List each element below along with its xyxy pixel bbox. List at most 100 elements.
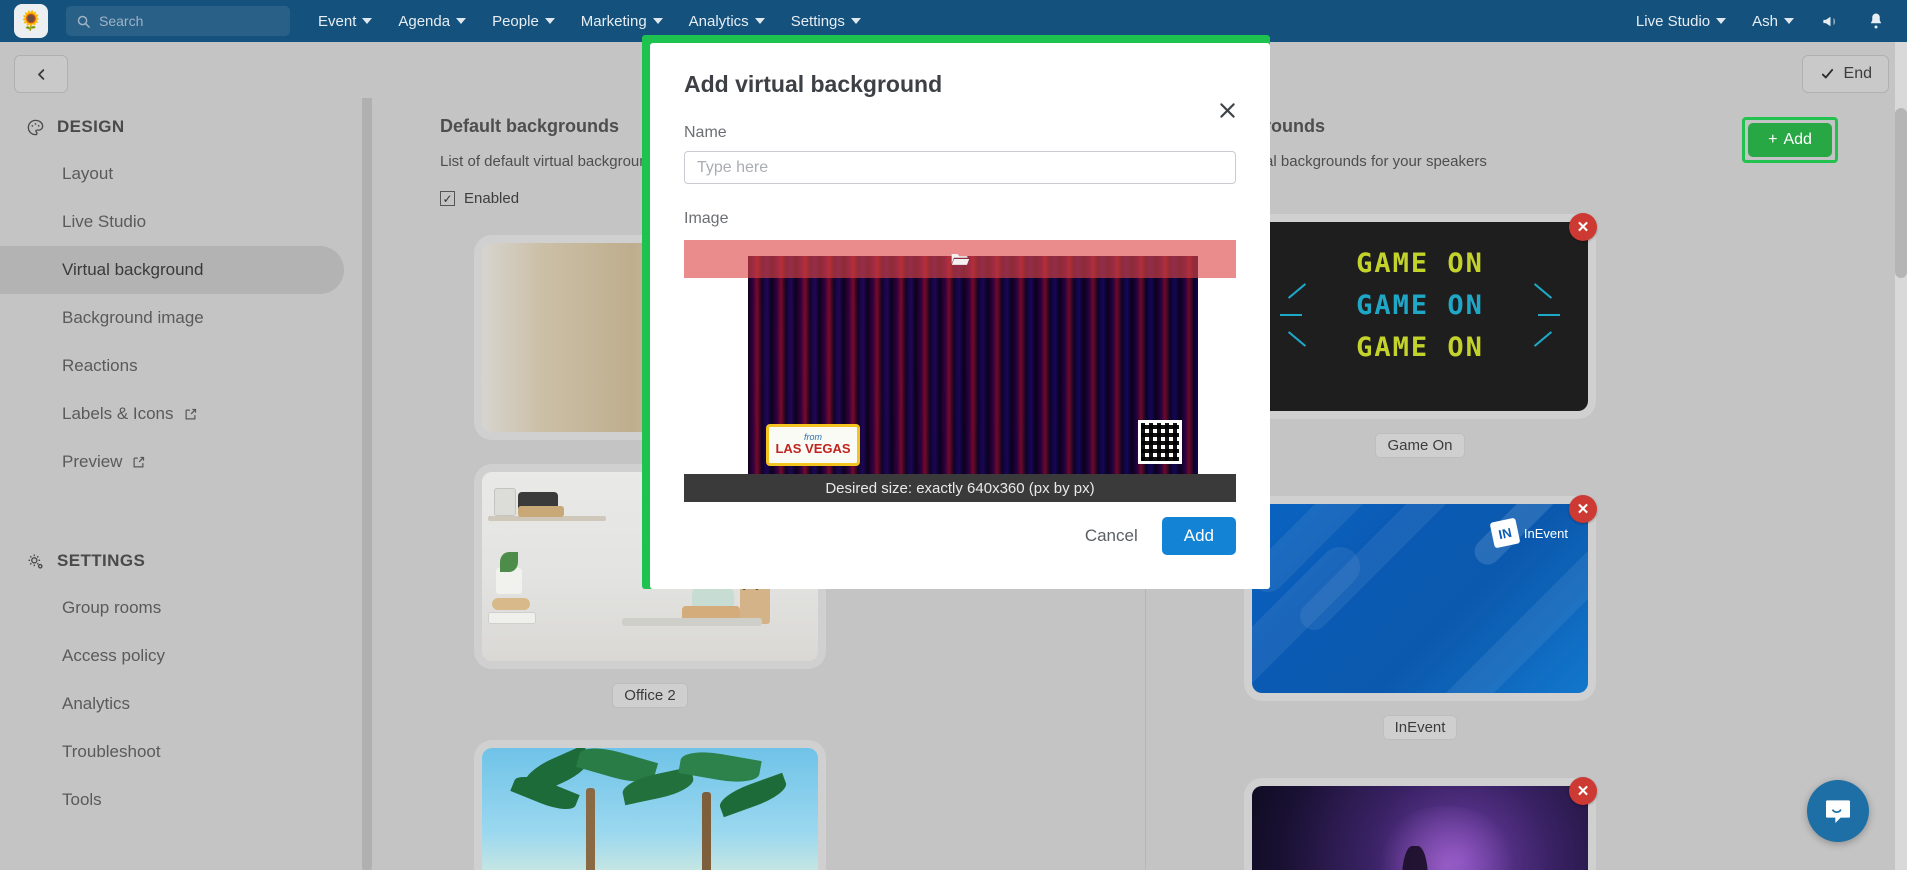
page-scrollbar-thumb[interactable] <box>1895 108 1907 278</box>
chevron-down-icon <box>1716 18 1727 24</box>
nav-live-studio-switcher[interactable]: Live Studio <box>1635 12 1727 30</box>
sidebar-item-background-image-label: Background image <box>62 308 204 327</box>
sidebar-item-live-studio[interactable]: Live Studio <box>0 198 344 246</box>
notifications-button[interactable] <box>1867 11 1885 31</box>
chevron-down-icon <box>754 18 765 24</box>
sidebar-item-tools[interactable]: Tools <box>0 776 344 824</box>
chevron-down-icon <box>850 18 861 24</box>
nav-menu-people-label: People <box>492 12 539 30</box>
sidebar-item-troubleshoot[interactable]: Troubleshoot <box>0 728 344 776</box>
dialog-footer: Cancel Add <box>1081 517 1236 555</box>
nav-menu-agenda-label: Agenda <box>398 12 451 30</box>
top-nav-right-group: Live Studio Ash <box>1636 11 1907 31</box>
main-menu: Event Agenda People Marketing Analytics … <box>318 13 861 30</box>
nav-menu-analytics[interactable]: Analytics <box>689 13 765 30</box>
nav-user-label: Ash <box>1752 12 1778 30</box>
sidebar-section-settings-label: SETTINGS <box>57 551 146 570</box>
image-upload-field[interactable]: from LAS VEGAS Desired size: exactly 640… <box>684 240 1236 502</box>
cancel-button[interactable]: Cancel <box>1081 520 1142 552</box>
game-on-line-3: GAME ON <box>1356 332 1484 363</box>
sidebar-item-troubleshoot-label: Troubleshoot <box>62 742 161 761</box>
announcements-button[interactable] <box>1820 12 1841 31</box>
external-link-icon <box>131 455 146 470</box>
sidebar-item-virtual-background-label: Virtual background <box>62 260 204 279</box>
name-field-label: Name <box>684 124 727 141</box>
nav-menu-people[interactable]: People <box>492 13 555 30</box>
game-on-artwork: GAME ON GAME ON GAME ON <box>1252 222 1588 411</box>
nav-menu-agenda[interactable]: Agenda <box>398 12 467 30</box>
image-upload-overlay[interactable] <box>684 240 1236 278</box>
default-background-thumbnail[interactable] <box>482 748 818 870</box>
sidebar-item-access-policy[interactable]: Access policy <box>0 632 344 680</box>
sidebar-item-virtual-background[interactable]: Virtual background <box>0 246 344 294</box>
sidebar-item-group-rooms[interactable]: Group rooms <box>0 584 344 632</box>
submit-add-button[interactable]: Add <box>1161 517 1236 555</box>
external-link-icon <box>183 407 198 422</box>
end-session-button[interactable]: End <box>1801 55 1889 93</box>
sidebar-item-analytics[interactable]: Analytics <box>0 680 344 728</box>
page-scrollbar[interactable] <box>1895 42 1907 870</box>
sidebar-item-preview[interactable]: Preview <box>0 438 344 486</box>
default-background-card-palms[interactable] <box>482 748 818 870</box>
sidebar-item-layout[interactable]: Layout <box>0 150 344 198</box>
default-backgrounds-enabled-label: Enabled <box>464 190 520 207</box>
custom-background-card-game-on[interactable]: ✕ GAME ON GAME ON GAME ON Game On <box>1252 213 1597 458</box>
dialog-close-button[interactable] <box>1210 93 1244 127</box>
sidebar-item-live-studio-label: Live Studio <box>62 212 147 231</box>
sidebar-scrollbar[interactable] <box>362 50 372 870</box>
nav-menu-event-label: Event <box>318 12 357 30</box>
sidebar-item-reactions[interactable]: Reactions <box>0 342 344 390</box>
chevron-down-icon <box>544 18 555 24</box>
back-button[interactable] <box>14 55 68 93</box>
close-circle-icon: ✕ <box>1576 783 1590 800</box>
las-vegas-sign: from LAS VEGAS <box>766 424 860 466</box>
name-input[interactable] <box>684 151 1236 184</box>
palette-icon <box>27 119 44 135</box>
custom-background-card-nebula[interactable]: ✕ <box>1252 777 1597 870</box>
custom-background-label: Game On <box>1375 433 1465 458</box>
chevron-down-icon <box>362 18 373 24</box>
add-custom-background-button[interactable]: + Add <box>1748 123 1832 157</box>
nav-menu-event[interactable]: Event <box>318 12 373 30</box>
custom-background-thumbnail[interactable]: IN InEvent <box>1252 504 1588 693</box>
sidebar-section-design-label: DESIGN <box>57 117 125 136</box>
inevent-logo: IN InEvent <box>1489 517 1568 549</box>
custom-background-card-inevent[interactable]: ✕ IN InEvent InEvent <box>1252 495 1597 740</box>
nav-menu-marketing[interactable]: Marketing <box>581 13 663 30</box>
custom-background-thumbnail[interactable] <box>1252 786 1588 870</box>
sidebar-item-background-image[interactable]: Background image <box>0 294 344 342</box>
sidebar-item-tools-label: Tools <box>62 790 102 809</box>
add-custom-background-highlight: + Add <box>1742 117 1838 163</box>
sidebar-scrollbar-thumb[interactable] <box>362 62 372 870</box>
sidebar-section-design: DESIGN <box>0 104 360 150</box>
delete-background-button[interactable]: ✕ <box>1569 213 1597 241</box>
check-icon <box>1821 68 1833 79</box>
add-virtual-background-dialog: Add virtual background Name Image from L… <box>650 43 1270 589</box>
chevron-down-icon <box>1784 18 1794 24</box>
search-placeholder: Search <box>99 13 144 29</box>
game-on-line-2: GAME ON <box>1356 290 1484 321</box>
sidebar-item-layout-label: Layout <box>62 164 114 183</box>
nav-menu-settings[interactable]: Settings <box>791 13 861 30</box>
left-sidebar: DESIGN Layout Live Studio Virtual backgr… <box>0 42 360 870</box>
nav-live-studio-label: Live Studio <box>1635 12 1711 30</box>
chevron-down-icon <box>652 18 663 24</box>
add-virtual-background-dialog-highlight: Add virtual background Name Image from L… <box>642 35 1270 589</box>
inevent-artwork: IN InEvent <box>1252 504 1588 693</box>
checkbox-icon: ✓ <box>440 191 455 206</box>
nav-user-menu[interactable]: Ash <box>1752 13 1794 30</box>
sidebar-item-reactions-label: Reactions <box>62 356 138 375</box>
delete-background-button[interactable]: ✕ <box>1569 495 1597 523</box>
game-on-line-1: GAME ON <box>1356 248 1484 279</box>
app-logo-button[interactable]: 🌻 <box>14 4 48 38</box>
delete-background-button[interactable]: ✕ <box>1569 777 1597 805</box>
megaphone-icon <box>1823 16 1835 26</box>
sidebar-item-preview-label: Preview <box>62 452 123 471</box>
dialog-title: Add virtual background <box>684 71 943 97</box>
custom-background-thumbnail[interactable]: GAME ON GAME ON GAME ON <box>1252 222 1588 411</box>
search-input[interactable]: Search <box>66 6 290 36</box>
default-background-label: Office 2 <box>612 683 688 708</box>
support-chat-button[interactable] <box>1807 780 1869 842</box>
sidebar-item-labels-and-icons[interactable]: Labels & Icons <box>0 390 344 438</box>
palms-artwork <box>482 748 818 870</box>
